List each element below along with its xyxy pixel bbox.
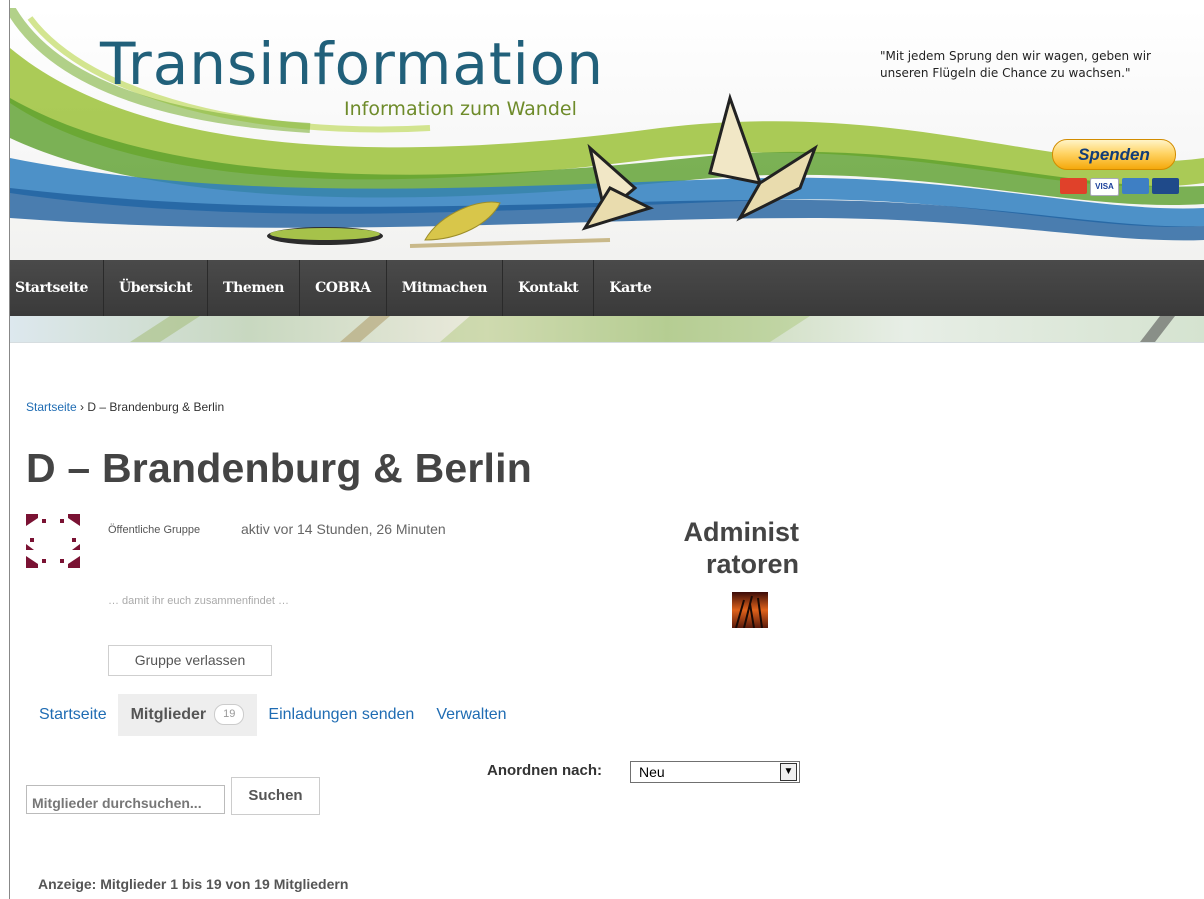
breadcrumb-separator: › xyxy=(80,400,85,414)
order-by-select[interactable]: Neu ▼ xyxy=(630,761,800,783)
order-by-label: Anordnen nach: xyxy=(487,762,602,779)
group-tabs: Startseite Mitglieder 19 Einladungen send… xyxy=(28,694,518,736)
visa-card: VISA xyxy=(1090,178,1119,196)
bank-card-icon xyxy=(1122,178,1149,194)
tab-einladungen-senden[interactable]: Einladungen senden xyxy=(257,694,425,736)
tab-startseite[interactable]: Startseite xyxy=(28,694,118,736)
mastercard-icon xyxy=(1060,178,1087,194)
tab-verwalten[interactable]: Verwalten xyxy=(425,694,517,736)
page-title: D – Brandenburg & Berlin xyxy=(26,445,532,491)
header-quote: "Mit jedem Sprung den wir wagen, geben w… xyxy=(880,49,1151,80)
members-pagination-count: Anzeige: Mitglieder 1 bis 19 von 19 Mitg… xyxy=(38,876,349,892)
members-search-input[interactable] xyxy=(26,785,225,814)
main-content: Startseite › D – Brandenburg & Berlin D … xyxy=(10,343,1204,899)
administrators-heading-line2: ratoren xyxy=(705,549,799,579)
site-subtitle: Information zum Wandel xyxy=(344,98,577,120)
admin-avatar[interactable] xyxy=(732,592,768,628)
frame-top xyxy=(0,0,1204,8)
frame-left xyxy=(0,0,10,899)
members-count-badge: 19 xyxy=(214,704,245,726)
nav-item-uebersicht[interactable]: Übersicht xyxy=(104,260,209,316)
tab-mitglieder-label: Mitglieder xyxy=(130,706,207,723)
site-header-banner: Transinformation Information zum Wandel … xyxy=(10,8,1204,260)
breadcrumb-current: D – Brandenburg & Berlin xyxy=(87,400,225,414)
ec-card-icon xyxy=(1152,178,1179,194)
site-title[interactable]: Transinformation xyxy=(100,30,604,98)
group-type: Öffentliche Gruppe xyxy=(108,524,201,536)
tab-mitglieder[interactable]: Mitglieder 19 xyxy=(117,694,258,736)
search-button[interactable]: Suchen xyxy=(231,777,320,815)
decorative-stripe xyxy=(10,316,1204,343)
breadcrumb: Startseite › D – Brandenburg & Berlin xyxy=(26,400,224,414)
main-navigation: Startseite Übersicht Themen COBRA Mitmac… xyxy=(10,260,1204,316)
donate-button[interactable]: Spenden xyxy=(1052,139,1176,170)
breadcrumb-home-link[interactable]: Startseite xyxy=(26,400,77,414)
payment-cards: VISA xyxy=(1060,178,1179,196)
nav-item-kontakt[interactable]: Kontakt xyxy=(503,260,595,316)
group-avatar-icon[interactable] xyxy=(26,514,80,568)
stripe-graphic xyxy=(130,316,1175,342)
administrators-heading: Administ ratoren xyxy=(610,516,799,580)
group-last-active: aktiv vor 14 Stunden, 26 Minuten xyxy=(241,521,446,537)
nav-item-mitmachen[interactable]: Mitmachen xyxy=(387,260,504,316)
leave-group-button[interactable]: Gruppe verlassen xyxy=(108,645,272,676)
nav-item-themen[interactable]: Themen xyxy=(208,260,301,316)
nav-item-cobra[interactable]: COBRA xyxy=(300,260,387,316)
group-description: … damit ihr euch zusammenfindet … xyxy=(108,595,289,607)
chevron-down-icon[interactable]: ▼ xyxy=(780,763,797,781)
nav-item-karte[interactable]: Karte xyxy=(594,260,666,316)
administrators-heading-line1: Administ xyxy=(683,517,799,547)
nav-item-startseite[interactable]: Startseite xyxy=(10,260,104,316)
order-by-value: Neu xyxy=(639,764,665,780)
